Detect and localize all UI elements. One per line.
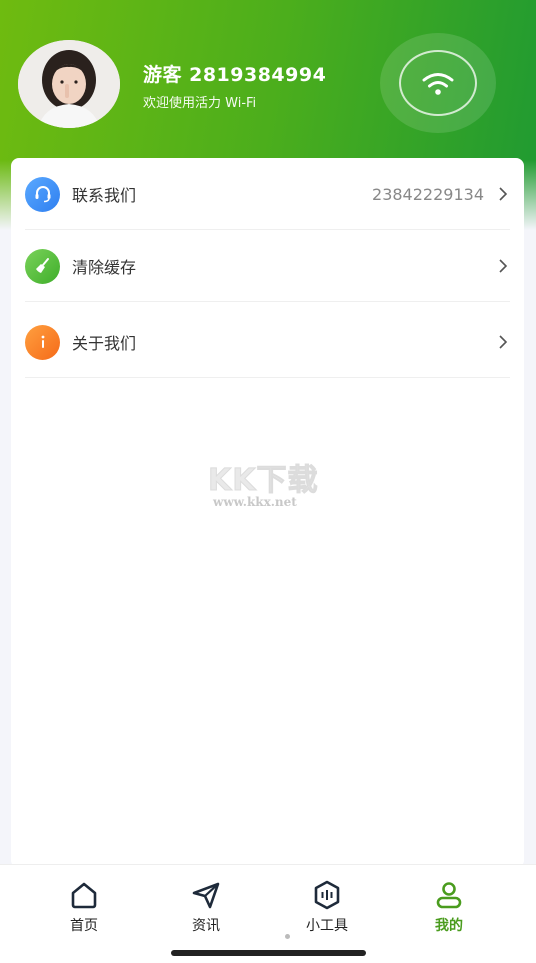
page-indicator-dot [285,934,290,939]
welcome-text: 欢迎使用活力 Wi-Fi [143,96,257,111]
bottom-tab-bar: 首页 资讯 小工具 我的 [0,864,536,963]
tab-mine[interactable]: 我的 [409,879,489,939]
menu-item-label: 联系我们 [72,186,137,205]
home-icon [68,879,100,911]
menu-item-about[interactable]: 关于我们 [11,306,524,378]
user-icon [433,879,465,911]
toolbox-icon [311,879,343,911]
home-indicator[interactable] [171,950,366,956]
tab-label: 资讯 [192,918,220,934]
divider [25,301,510,302]
watermark-text: KK下载 [208,463,319,499]
watermark-url: www.kkx.net [213,495,297,509]
chevron-right-icon [496,187,510,201]
chevron-right-icon [496,335,510,349]
headset-icon [25,176,60,212]
user-name: 游客 2819384994 [143,64,327,86]
tab-tools[interactable]: 小工具 [287,879,367,939]
wifi-button[interactable] [399,50,477,116]
wifi-icon [422,73,454,95]
contact-phone: 23842229134 [372,184,484,204]
tab-home[interactable]: 首页 [44,879,124,939]
menu-item-label: 关于我们 [72,334,137,353]
avatar[interactable] [18,40,120,128]
chevron-right-icon [496,259,510,273]
tab-label: 小工具 [306,918,348,934]
tab-news[interactable]: 资讯 [166,879,246,939]
broom-icon [25,248,60,284]
menu-item-clear-cache[interactable]: 清除缓存 [11,230,524,302]
menu-item-label: 清除缓存 [72,258,137,277]
info-icon [25,324,60,360]
menu-item-contact[interactable]: 联系我们 23842229134 [11,158,524,230]
divider [25,377,510,378]
watermark-logo: KK下载 www.kkx.net [208,455,338,515]
user-avatar-photo [18,40,120,128]
tab-label: 首页 [70,918,98,934]
send-icon [190,879,222,911]
tab-label: 我的 [435,918,463,934]
